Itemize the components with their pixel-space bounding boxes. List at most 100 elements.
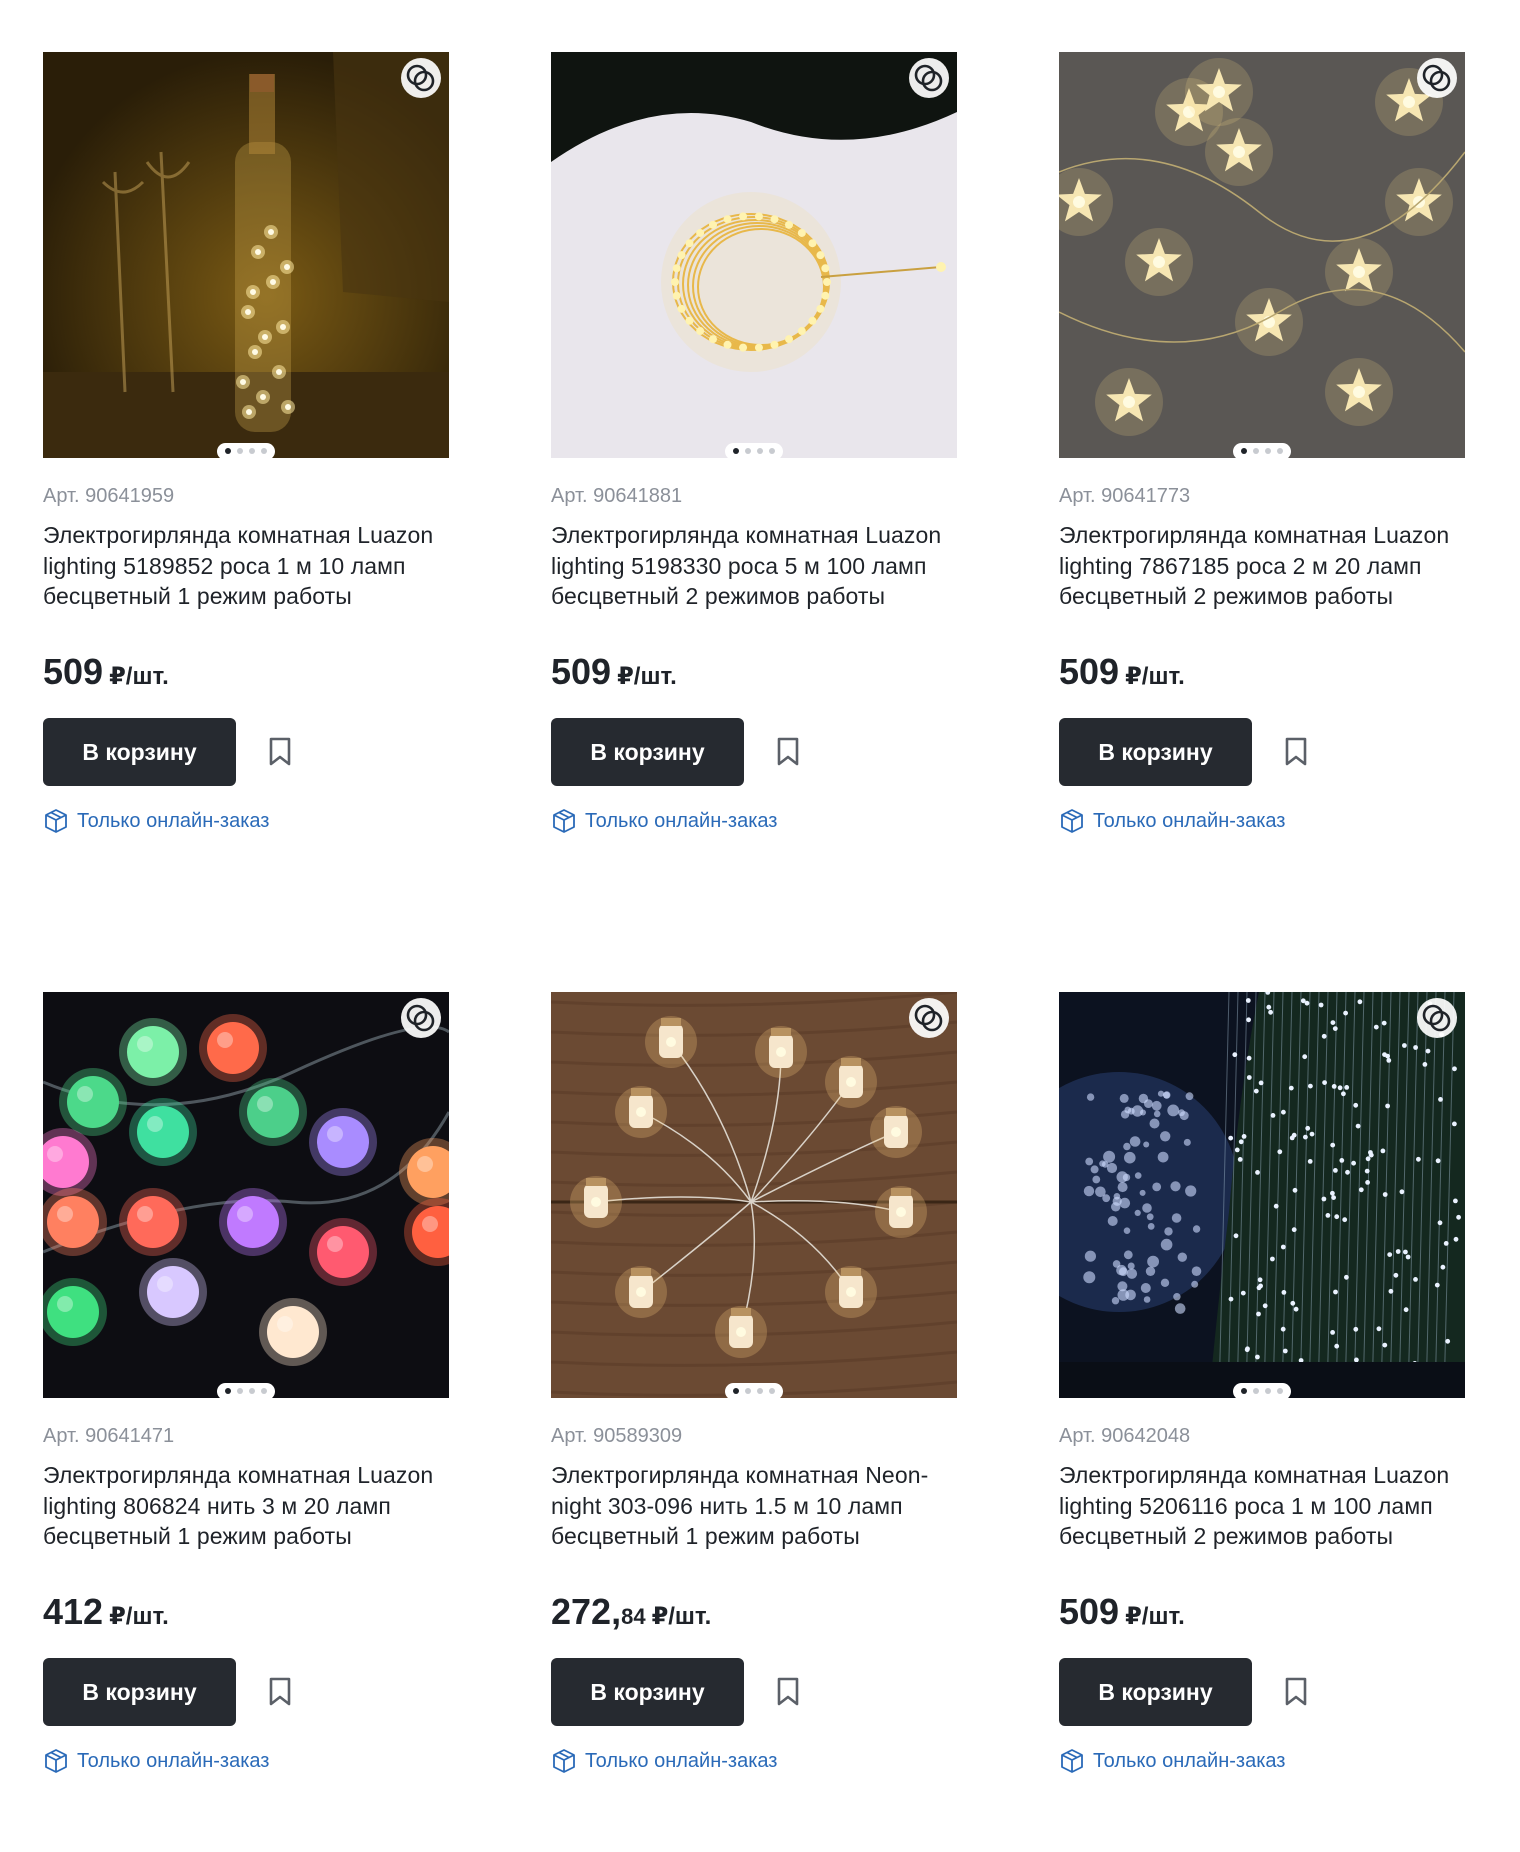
add-to-cart-button[interactable]: В корзину	[551, 1658, 744, 1726]
price-integer: 412	[43, 1591, 104, 1632]
product-card[interactable]: Арт. 90589309 Электрогирлянда комнатная …	[551, 992, 957, 1852]
product-photo[interactable]	[551, 992, 957, 1398]
carousel-dot-active[interactable]	[1241, 1388, 1247, 1394]
online-order-label: Только онлайн-заказ	[585, 1749, 778, 1772]
product-image[interactable]	[43, 992, 449, 1398]
price-unit: ₽/шт.	[109, 1603, 169, 1630]
product-image[interactable]	[551, 52, 957, 458]
price-integer: 509	[1059, 1591, 1120, 1632]
carousel-dot[interactable]	[237, 1388, 243, 1394]
bookmark-icon[interactable]	[260, 732, 300, 772]
add-to-cart-button[interactable]: В корзину	[1059, 1658, 1252, 1726]
carousel-dot[interactable]	[769, 1388, 775, 1394]
add-to-cart-button[interactable]: В корзину	[43, 1658, 236, 1726]
add-to-cart-button[interactable]: В корзину	[43, 718, 236, 786]
price-unit: ₽/шт.	[617, 663, 677, 690]
carousel-dot-active[interactable]	[1241, 448, 1247, 454]
product-card[interactable]: Арт. 90641881 Электрогирлянда комнатная …	[551, 52, 957, 992]
add-to-cart-button[interactable]: В корзину	[1059, 718, 1252, 786]
add-to-cart-button[interactable]: В корзину	[551, 718, 744, 786]
product-image[interactable]	[1059, 52, 1465, 458]
image-carousel-dots[interactable]	[725, 443, 783, 458]
price-integer: 272,	[551, 1591, 622, 1632]
carousel-dot[interactable]	[1265, 448, 1271, 454]
product-card[interactable]: Арт. 90641959 Электрогирлянда комнатная …	[43, 52, 449, 992]
carousel-dot[interactable]	[769, 448, 775, 454]
bookmark-icon[interactable]	[768, 1672, 808, 1712]
article-number: Арт. 90641959	[43, 485, 175, 507]
price-integer: 509	[1059, 651, 1120, 692]
online-order-label: Только онлайн-заказ	[1093, 1749, 1286, 1772]
carousel-dot[interactable]	[1253, 448, 1259, 454]
carousel-dot[interactable]	[757, 448, 763, 454]
bookmark-icon[interactable]	[1276, 1672, 1316, 1712]
price-fraction: 84	[621, 1604, 646, 1629]
product-photo[interactable]	[43, 992, 449, 1398]
product-card[interactable]: Арт. 90641773 Электрогирлянда комнатная …	[1059, 52, 1465, 992]
product-photo[interactable]	[43, 52, 449, 458]
online-order-only-link[interactable]: Только онлайн-заказ	[1059, 1748, 1465, 1774]
product-title[interactable]: Электрогирлянда комнатная Luazon lightin…	[43, 1460, 449, 1582]
online-order-only-link[interactable]: Только онлайн-заказ	[551, 808, 957, 834]
compare-rings-icon[interactable]	[909, 58, 949, 98]
carousel-dot-active[interactable]	[733, 1388, 739, 1394]
product-title[interactable]: Электрогирлянда комнатная Luazon lightin…	[1059, 1460, 1465, 1582]
carousel-dot-active[interactable]	[225, 1388, 231, 1394]
article-number: Арт. 90642048	[1059, 1425, 1191, 1447]
bookmark-icon[interactable]	[260, 1672, 300, 1712]
image-carousel-dots[interactable]	[725, 1383, 783, 1398]
product-photo[interactable]	[1059, 52, 1465, 458]
package-box-icon	[551, 1748, 585, 1774]
online-order-only-link[interactable]: Только онлайн-заказ	[43, 808, 449, 834]
card-actions: В корзину	[551, 1658, 957, 1726]
package-box-icon	[43, 808, 77, 834]
card-actions: В корзину	[43, 1658, 449, 1726]
compare-rings-icon[interactable]	[909, 998, 949, 1038]
product-image[interactable]	[551, 992, 957, 1398]
compare-rings-icon[interactable]	[1417, 58, 1457, 98]
image-carousel-dots[interactable]	[217, 1383, 275, 1398]
online-order-label: Только онлайн-заказ	[77, 809, 270, 832]
price-unit: ₽/шт.	[1125, 1603, 1185, 1630]
product-image[interactable]	[1059, 992, 1465, 1398]
carousel-dot[interactable]	[1277, 1388, 1283, 1394]
carousel-dot[interactable]	[249, 1388, 255, 1394]
product-photo[interactable]	[551, 52, 957, 458]
image-carousel-dots[interactable]	[217, 443, 275, 458]
carousel-dot[interactable]	[1253, 1388, 1259, 1394]
compare-rings-icon[interactable]	[1417, 998, 1457, 1038]
carousel-dot[interactable]	[1277, 448, 1283, 454]
compare-rings-icon[interactable]	[401, 998, 441, 1038]
online-order-only-link[interactable]: Только онлайн-заказ	[43, 1748, 449, 1774]
product-title[interactable]: Электрогирлянда комнатная Luazon lightin…	[43, 520, 449, 642]
carousel-dot[interactable]	[757, 1388, 763, 1394]
compare-rings-icon[interactable]	[401, 58, 441, 98]
article-number: Арт. 90641471	[43, 1425, 175, 1447]
image-carousel-dots[interactable]	[1233, 1383, 1291, 1398]
carousel-dot[interactable]	[1265, 1388, 1271, 1394]
bookmark-icon[interactable]	[768, 732, 808, 772]
product-title[interactable]: Электрогирлянда комнатная Neon-night 303…	[551, 1460, 957, 1582]
carousel-dot[interactable]	[249, 448, 255, 454]
online-order-label: Только онлайн-заказ	[77, 1749, 270, 1772]
carousel-dot[interactable]	[745, 448, 751, 454]
carousel-dot[interactable]	[261, 448, 267, 454]
card-actions: В корзину	[551, 718, 957, 786]
online-order-only-link[interactable]: Только онлайн-заказ	[1059, 808, 1465, 834]
product-photo[interactable]	[1059, 992, 1465, 1398]
product-image[interactable]	[43, 52, 449, 458]
online-order-only-link[interactable]: Только онлайн-заказ	[551, 1748, 957, 1774]
product-card[interactable]: Арт. 90641471 Электрогирлянда комнатная …	[43, 992, 449, 1852]
carousel-dot[interactable]	[237, 448, 243, 454]
carousel-dot-active[interactable]	[733, 448, 739, 454]
product-title[interactable]: Электрогирлянда комнатная Luazon lightin…	[551, 520, 957, 642]
carousel-dot[interactable]	[261, 1388, 267, 1394]
carousel-dot-active[interactable]	[225, 448, 231, 454]
card-actions: В корзину	[43, 718, 449, 786]
carousel-dot[interactable]	[745, 1388, 751, 1394]
product-card[interactable]: Арт. 90642048 Электрогирлянда комнатная …	[1059, 992, 1465, 1852]
article-number: Арт. 90641773	[1059, 485, 1191, 507]
bookmark-icon[interactable]	[1276, 732, 1316, 772]
image-carousel-dots[interactable]	[1233, 443, 1291, 458]
product-title[interactable]: Электрогирлянда комнатная Luazon lightin…	[1059, 520, 1465, 642]
